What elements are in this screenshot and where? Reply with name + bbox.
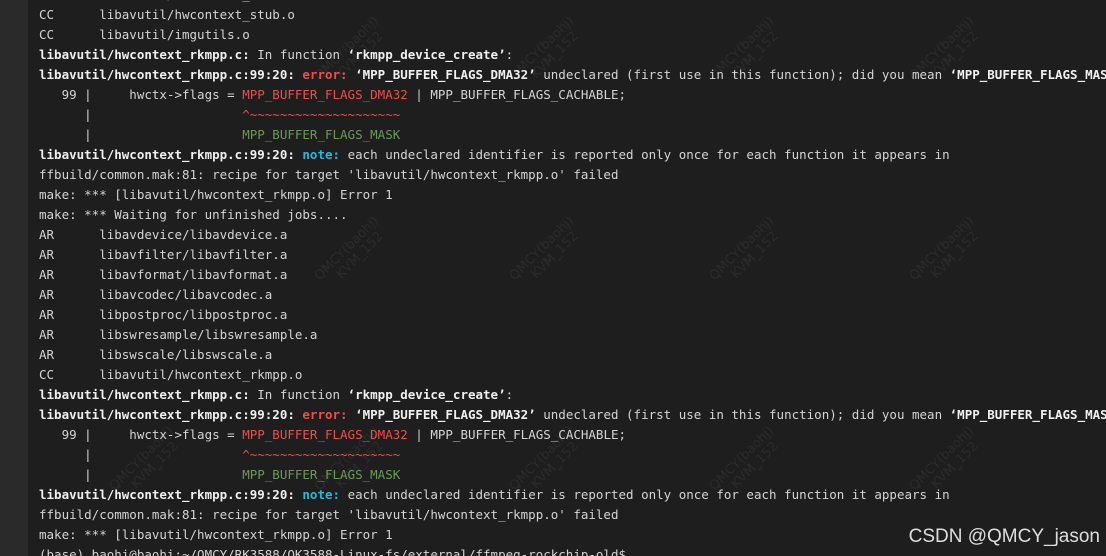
terminal-text-segment: libavutil/hwcontext_rkmpp.c: [39,47,250,62]
terminal-text-segment: 99 | hwctx->flags = [39,87,243,102]
terminal-line: libavutil/hwcontext_rkmpp.c:99:20: note:… [39,145,1106,165]
terminal-text-segment: ^~~~~~~~~~~~~~~~~~~~~ [242,107,401,122]
csdn-brand-label: CSDN @QMCY_jason [908,526,1100,547]
terminal-text-segment: AR libavdevice/libavdevice.a [39,227,288,242]
window-edge [0,0,28,556]
terminal-text-segment: note: [302,147,341,162]
terminal-text-segment: ‘rkmpp_device_create’ [347,387,506,402]
terminal-text-segment: AR libavformat/libavformat.a [39,267,288,282]
terminal-line: CC libavutil/hwcontext_rkmpp.o [39,365,1106,385]
terminal-text-segment: CC libavutil/imgutils.o [39,27,250,42]
terminal-line: | MPP_BUFFER_FLAGS_MASK [39,125,1106,145]
terminal-line: ffbuild/common.mak:81: recipe for target… [39,165,1106,185]
terminal-line: ffbuild/common.mak:81: recipe for target… [39,505,1106,525]
terminal-line: | ^~~~~~~~~~~~~~~~~~~~~ [39,105,1106,125]
terminal-text-segment: make: *** [libavutil/hwcontext_rkmpp.o] … [39,187,393,202]
terminal-text-segment: undeclared (first use in this function);… [535,407,950,422]
terminal-text-segment: : [505,47,514,62]
terminal-text-segment: ‘MPP_BUFFER_FLAGS_DMA32’ [355,407,536,422]
terminal-line: AR libswscale/libswscale.a [39,345,1106,365]
terminal-text-segment: libavutil/hwcontext_rkmpp.c:99:20: [39,487,303,502]
terminal-text-segment: libavutil/hwcontext_rkmpp.c:99:20: [39,147,303,162]
terminal-line: libavutil/hwcontext_rkmpp.c:99:20: note:… [39,485,1106,505]
terminal-line: libavutil/hwcontext_rkmpp.c: In function… [39,385,1106,405]
terminal-text-segment: In function [249,387,348,402]
terminal-line: AR libavcodec/libavcodec.a [39,285,1106,305]
terminal-text-segment: CC libavutil/hwcontext_stub.o [39,7,295,22]
terminal-text-segment: ‘MPP_BUFFER_FLAGS_MASK’ [949,67,1106,82]
terminal-text-segment: make: *** Waiting for unfinished jobs...… [39,207,348,222]
terminal-text-segment: (base) baohi@baohi:~/QMCY/RK3588/OK3588-… [39,547,626,556]
terminal-text-segment: error: [302,407,348,422]
terminal-text-segment: | MPP_BUFFER_FLAGS_CACHABLE; [407,427,627,442]
terminal-text-segment: | [39,127,243,142]
terminal-text-segment: MPP_BUFFER_FLAGS_MASK [242,127,401,142]
terminal-text-segment: each undeclared identifier is reported o… [340,147,950,162]
terminal-text-segment: ffbuild/common.mak:81: recipe for target… [39,167,619,182]
terminal-line: 99 | hwctx->flags = MPP_BUFFER_FLAGS_DMA… [39,85,1106,105]
terminal-text-segment: each undeclared identifier is reported o… [340,487,950,502]
terminal-text-segment: AR libavcodec/libavcodec.a [39,287,273,302]
terminal-line: AR libswresample/libswresample.a [39,325,1106,345]
terminal-text-segment: AR libswscale/libswscale.a [39,347,273,362]
terminal-text-segment: libavutil/hwcontext_rkmpp.c:99:20: [39,67,303,82]
terminal-text-segment: ‘MPP_BUFFER_FLAGS_MASK’ [949,407,1106,422]
terminal-text-segment: | [39,107,243,122]
terminal-text-segment: | MPP_BUFFER_FLAGS_CACHABLE; [407,87,627,102]
terminal-line: AR libpostproc/libpostproc.a [39,305,1106,325]
terminal-text-segment: libavutil/hwcontext_rkmpp.c:99:20: [39,407,303,422]
terminal-text-segment: MPP_BUFFER_FLAGS_DMA32 [242,87,408,102]
terminal-text-segment: CC libavutil/hwcontext_rkmpp.o [39,367,303,382]
terminal-text-segment: libavutil/hwcontext_rkmpp.c: [39,387,250,402]
terminal-text-segment: make: *** [libavutil/hwcontext_rkmpp.o] … [39,527,393,542]
terminal-text-segment: AR libswresample/libswresample.a [39,327,318,342]
terminal-text-segment: CC libavutil/hwcontext_stub.o [39,0,295,2]
terminal-text-segment: ffbuild/common.mak:81: recipe for target… [39,507,619,522]
terminal-text-segment: : [505,387,514,402]
terminal-text-segment: AR libpostproc/libpostproc.a [39,307,288,322]
terminal-line: make: *** [libavutil/hwcontext_rkmpp.o] … [39,185,1106,205]
terminal-line: libavutil/hwcontext_rkmpp.c:99:20: error… [39,405,1106,425]
terminal-text-segment: 99 | hwctx->flags = [39,427,243,442]
terminal-text-segment: AR libavfilter/libavfilter.a [39,247,288,262]
